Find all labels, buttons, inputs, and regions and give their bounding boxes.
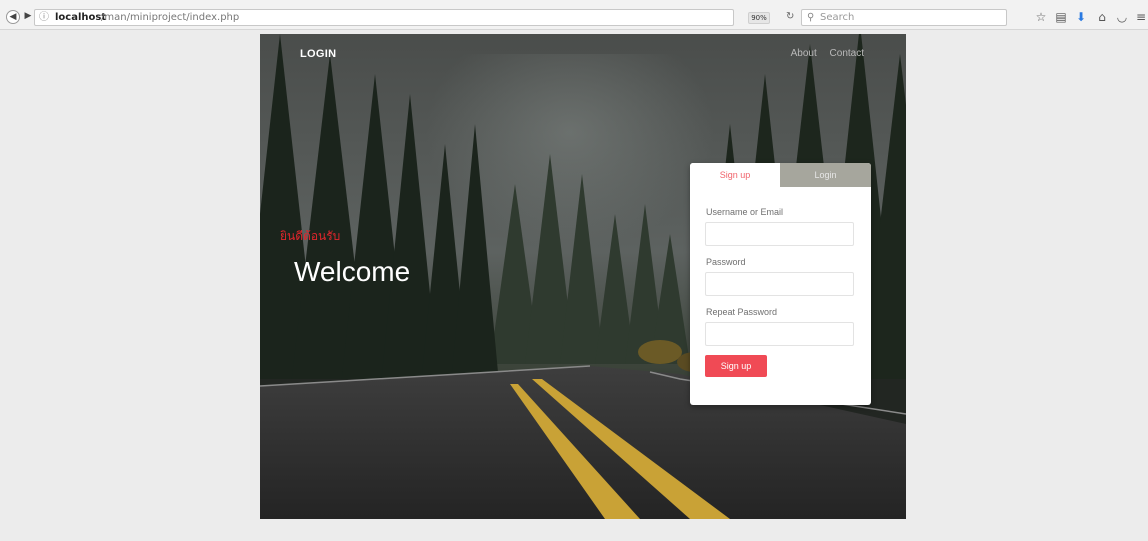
nav-link-contact[interactable]: Contact [830, 48, 864, 59]
tab-login[interactable]: Login [780, 163, 871, 187]
repeat-password-field[interactable] [705, 322, 854, 346]
nav-link-about[interactable]: About [791, 48, 817, 59]
welcome-heading: Welcome [294, 256, 411, 287]
info-icon[interactable]: ⓘ [39, 10, 49, 25]
bookmark-star-icon[interactable]: ☆ [1034, 10, 1048, 24]
password-label: Password [706, 257, 746, 267]
home-icon[interactable]: ⌂ [1095, 10, 1109, 24]
zoom-indicator[interactable]: 90% [748, 12, 770, 24]
username-label: Username or Email [706, 207, 784, 217]
repeat-password-label: Repeat Password [706, 307, 778, 317]
menu-icon[interactable]: ≡ [1134, 10, 1148, 24]
url-path: /man/miniproject/index.php [101, 12, 240, 23]
brand-logo[interactable]: LOGIN [300, 48, 336, 60]
top-nav: About Contact [781, 48, 864, 59]
username-field[interactable] [705, 222, 854, 246]
welcome-thai-text: ยินดีต้อนรับ [280, 229, 341, 243]
form-tabs: Sign up Login [690, 163, 871, 187]
search-placeholder: Search [820, 12, 855, 23]
browser-toolbar: ◀ ▶ ⓘ localhost/man/miniproject/index.ph… [0, 0, 1148, 30]
download-icon[interactable]: ⬇ [1074, 10, 1088, 24]
url-host: localhost [55, 12, 107, 23]
url-bar[interactable]: ⓘ localhost/man/miniproject/index.php [34, 9, 734, 26]
signup-panel: Sign up Login Username or Email Password… [690, 163, 871, 405]
back-icon[interactable]: ◀ [6, 10, 20, 24]
signup-button[interactable]: Sign up [705, 355, 767, 377]
password-field[interactable] [705, 272, 854, 296]
forward-icon[interactable]: ▶ [21, 10, 35, 24]
reading-list-icon[interactable]: ▤ [1054, 10, 1068, 24]
pocket-icon[interactable]: ◡ [1115, 10, 1129, 24]
search-input[interactable]: ⚲ Search [801, 9, 1007, 26]
reload-icon[interactable]: ↻ [786, 11, 794, 22]
tab-signup[interactable]: Sign up [690, 163, 780, 187]
search-icon: ⚲ [807, 12, 815, 23]
